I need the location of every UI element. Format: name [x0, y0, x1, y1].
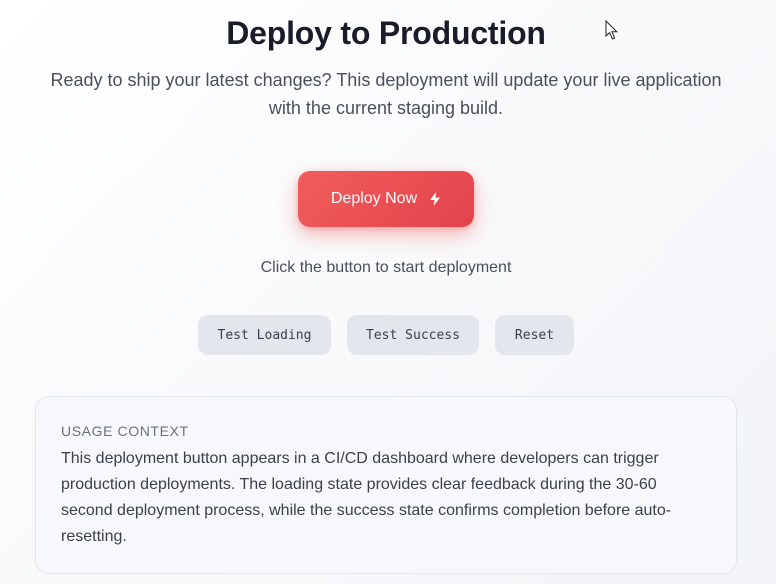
lightning-bolt-icon — [430, 192, 441, 206]
test-loading-button[interactable]: Test Loading — [198, 315, 331, 355]
reset-button[interactable]: Reset — [495, 315, 574, 355]
deployment-status-text: Click the button to start deployment — [260, 259, 512, 276]
usage-context-label: USAGE CONTEXT — [61, 423, 189, 439]
mouse-cursor-icon — [605, 20, 619, 40]
usage-context-text: This deployment button appears in a CI/C… — [61, 450, 672, 545]
deploy-now-button[interactable]: Deploy Now — [298, 171, 474, 227]
deploy-page: Deploy to Production Ready to ship your … — [0, 0, 776, 584]
test-success-button[interactable]: Test Success — [347, 315, 479, 355]
deploy-now-label: Deploy Now — [330, 190, 418, 207]
usage-context-card: USAGE CONTEXT This deployment button app… — [35, 396, 737, 574]
page-title: Deploy to Production — [226, 15, 546, 51]
page-subtitle: Ready to ship your latest changes? This … — [50, 70, 722, 118]
